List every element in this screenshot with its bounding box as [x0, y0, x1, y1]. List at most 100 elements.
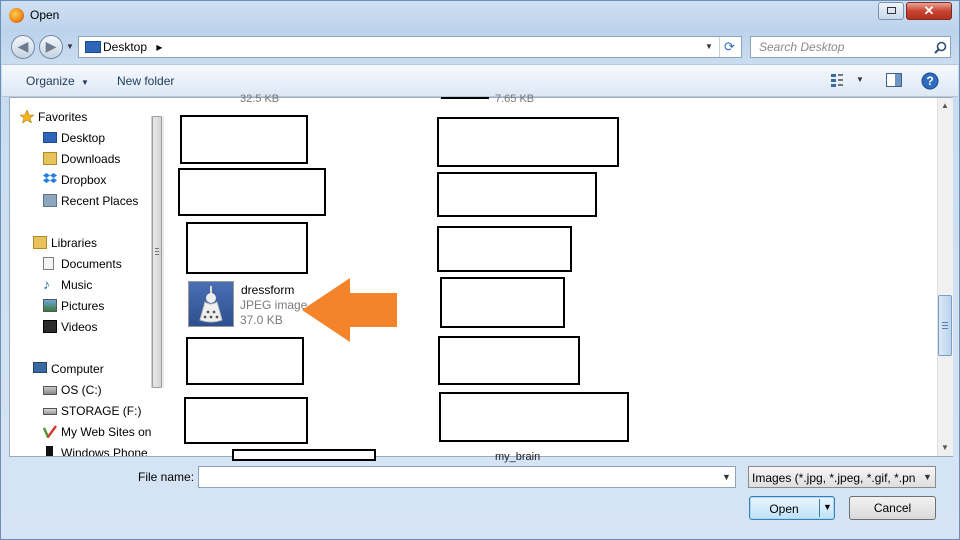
command-toolbar: Organize ▼ New folder ▼ ?	[2, 64, 958, 97]
divider	[819, 499, 820, 517]
new-folder-button[interactable]: New folder	[117, 74, 174, 88]
sidebar-item-label: Downloads	[61, 152, 121, 166]
redacted-file-item[interactable]	[438, 336, 580, 385]
chevron-down-icon: ▼	[823, 502, 832, 512]
file-size-partial: 32.5 KB	[240, 93, 280, 105]
dress-form-image	[199, 286, 223, 323]
back-button[interactable]: ◀	[11, 35, 35, 59]
libraries-icon	[33, 236, 47, 249]
sidebar-item-label: Pictures	[61, 299, 105, 313]
nav-pane-scrollbar-thumb[interactable]	[152, 116, 162, 388]
title-bar: Open ✕	[1, 1, 959, 31]
redacted-file-item[interactable]	[437, 226, 572, 272]
redacted-file-item[interactable]	[232, 449, 376, 461]
refresh-button[interactable]: ⟳	[724, 39, 735, 55]
desktop-icon	[85, 41, 101, 53]
redacted-file-item[interactable]	[184, 397, 308, 444]
file-name-dropdown[interactable]: ▼	[722, 472, 731, 482]
divider	[719, 37, 720, 57]
organize-label: Organize	[26, 74, 75, 88]
sidebar-item-label: Videos	[61, 320, 98, 334]
sidebar-item-label: Windows Phone	[61, 446, 148, 456]
firefox-icon	[9, 8, 24, 23]
search-box[interactable]	[750, 36, 951, 58]
chevron-up-icon: ▲	[941, 101, 949, 110]
redacted-file-item[interactable]	[437, 172, 597, 217]
address-path[interactable]: Desktop ▸	[103, 40, 162, 54]
file-size-partial: 7.65 KB	[495, 93, 535, 105]
organize-button[interactable]: Organize ▼	[26, 74, 89, 88]
preview-pane-icon[interactable]	[886, 73, 902, 88]
forward-button[interactable]: ▶	[39, 35, 63, 59]
pictures-icon	[43, 299, 57, 312]
cancel-button[interactable]: Cancel	[849, 496, 936, 520]
sidebar-item-label: Desktop	[61, 131, 106, 145]
open-button-label: Open	[769, 502, 799, 516]
file-name-label: File name:	[138, 470, 195, 484]
breadcrumb-separator-icon[interactable]: ▸	[156, 40, 162, 54]
forward-arrow-icon: ▶	[45, 38, 57, 54]
nav-group-label: Computer	[51, 362, 104, 376]
breadcrumb-desktop[interactable]: Desktop	[103, 40, 147, 54]
refresh-icon: ⟳	[724, 39, 735, 54]
close-button[interactable]: ✕	[906, 2, 952, 20]
file-type-filter[interactable]: Images (*.jpg, *.jpeg, *.gif, *.pn ▼	[748, 466, 936, 488]
search-input[interactable]	[751, 37, 937, 57]
sidebar-item-label: Dropbox	[61, 173, 107, 187]
redacted-file-label	[441, 97, 489, 99]
computer-icon	[33, 362, 47, 373]
phone-icon	[46, 446, 53, 456]
redacted-file-item[interactable]	[437, 117, 619, 167]
chevron-down-icon: ▼	[81, 78, 89, 87]
redacted-file-item[interactable]	[440, 277, 565, 328]
sidebar-item-label: Documents	[61, 257, 122, 271]
redacted-file-item[interactable]	[178, 168, 326, 216]
open-dialog: Open ✕ ◀ ▶ ▼ Desktop ▸ ▼ ⟳ Organize ▼ Ne…	[0, 0, 960, 540]
change-view-icon[interactable]	[830, 73, 844, 87]
chevron-down-icon: ▼	[856, 75, 864, 84]
sidebar-item-label: My Web Sites on	[61, 425, 152, 439]
chevron-down-icon: ▼	[722, 472, 731, 482]
documents-icon	[43, 257, 54, 270]
star-icon	[20, 110, 34, 123]
drive-icon	[43, 386, 57, 395]
videos-icon	[43, 320, 57, 333]
search-icon[interactable]	[934, 41, 947, 54]
address-dropdown[interactable]: ▼	[705, 42, 713, 51]
navigation-pane: Favorites Desktop Downloads Dropbox Rece…	[10, 98, 165, 456]
recent-pages-dropdown[interactable]: ▼	[66, 42, 74, 51]
chevron-down-icon: ▼	[66, 42, 74, 51]
file-name-partial: my_brain	[495, 451, 541, 463]
redacted-file-item[interactable]	[186, 222, 308, 274]
file-name-input[interactable]	[199, 467, 722, 487]
scroll-up-button[interactable]: ▲	[938, 98, 952, 114]
file-name-field[interactable]: ▼	[198, 466, 736, 488]
web-sites-icon	[43, 425, 57, 438]
music-icon: ♪	[43, 276, 50, 292]
content-area: Favorites Desktop Downloads Dropbox Rece…	[9, 93, 953, 463]
recent-places-icon	[43, 194, 57, 207]
open-button[interactable]: Open ▼	[749, 496, 835, 520]
redacted-file-item[interactable]	[186, 337, 304, 385]
redacted-file-item[interactable]	[180, 115, 308, 164]
sidebar-item-label: STORAGE (F:)	[61, 404, 142, 418]
file-list-scrollbar-thumb[interactable]	[938, 295, 952, 356]
sidebar-item-label: OS (C:)	[61, 383, 102, 397]
view-options-dropdown[interactable]: ▼	[856, 75, 864, 84]
chevron-down-icon: ▼	[705, 42, 713, 51]
address-bar[interactable]: Desktop ▸ ▼ ⟳	[78, 36, 742, 58]
help-icon[interactable]: ?	[921, 72, 939, 90]
redacted-file-item[interactable]	[439, 392, 629, 442]
file-item-dressform[interactable]: dressform JPEG image 37.0 KB	[186, 279, 316, 329]
file-type-filter-value: Images (*.jpg, *.jpeg, *.gif, *.pn	[752, 471, 916, 485]
open-options-dropdown[interactable]: ▼	[823, 502, 832, 512]
restore-button[interactable]	[878, 2, 904, 20]
sidebar-item-label: Music	[61, 278, 93, 292]
restore-icon	[887, 7, 896, 14]
chevron-down-icon: ▼	[923, 472, 932, 482]
dressform-thumbnail	[188, 281, 234, 327]
file-list-scrollbar-track[interactable]	[937, 98, 953, 456]
scroll-down-button[interactable]: ▼	[938, 440, 952, 456]
back-arrow-icon: ◀	[17, 38, 29, 54]
chevron-down-icon: ▼	[941, 443, 949, 452]
